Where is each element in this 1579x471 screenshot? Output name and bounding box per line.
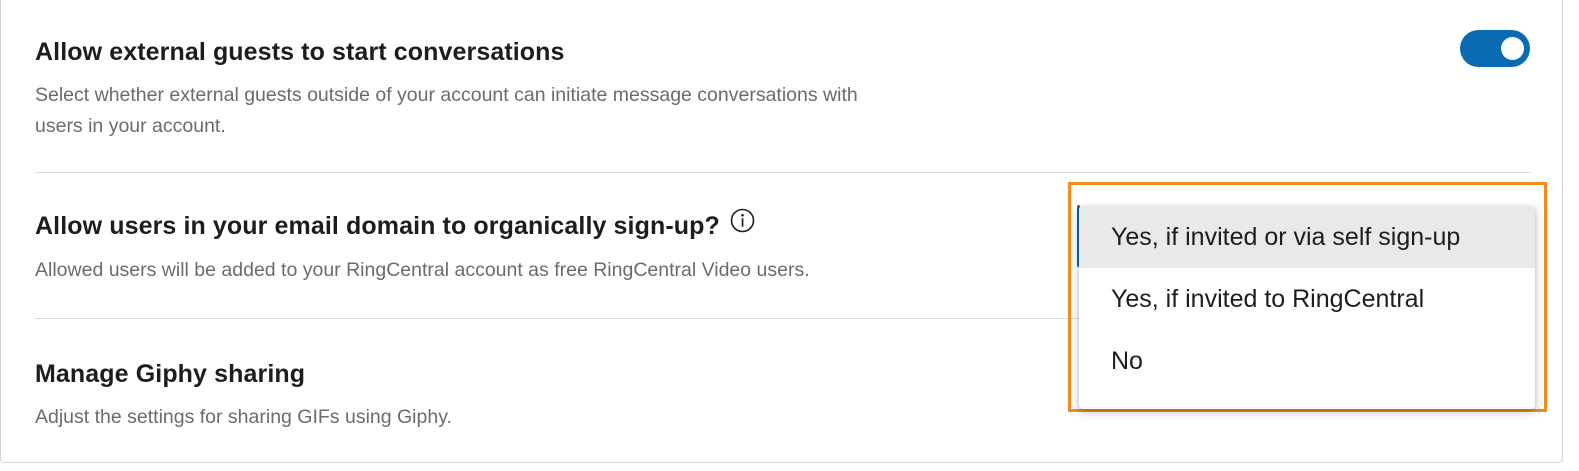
setting-giphy: Manage Giphy sharing Adjust the settings… [35,358,452,433]
description-line: users in your account. [35,115,226,137]
menu-option-invited-or-self-signup[interactable]: Yes, if invited or via self sign-up [1079,206,1535,268]
menu-option-invited-to-ringcentral[interactable]: Yes, if invited to RingCentral [1079,268,1535,330]
toggle-knob [1501,37,1524,60]
setting-title: Manage Giphy sharing [35,360,306,388]
setting-title: Allow external guests to start conversat… [35,38,565,66]
external-guests-toggle[interactable] [1460,30,1530,67]
menu-option-no[interactable]: No [1079,330,1535,392]
setting-description: Allowed users will be added to your Ring… [35,259,810,281]
setting-description: Select whether external guests outside o… [35,80,858,142]
divider [35,172,1531,173]
setting-organic-signup: Allow users in your email domain to orga… [35,208,810,286]
setting-description: Adjust the settings for sharing GIFs usi… [35,406,452,428]
info-circle-icon[interactable] [730,208,755,241]
description-line: Select whether external guests outside o… [35,84,858,106]
signup-dropdown-menu: Yes, if invited or via self sign-up Yes,… [1079,206,1535,409]
setting-external-guests: Allow external guests to start conversat… [35,36,858,142]
setting-title-row: Allow users in your email domain to orga… [35,208,810,242]
setting-title: Allow users in your email domain to orga… [35,212,720,240]
